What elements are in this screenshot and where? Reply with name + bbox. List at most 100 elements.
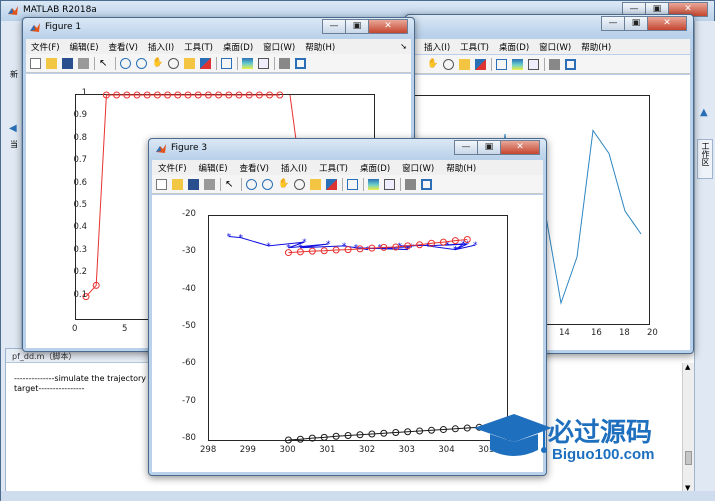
figure3-menu-file[interactable]: 文件(F) (152, 162, 193, 174)
figure2-legend-icon[interactable] (528, 58, 539, 70)
figure3-window-buttons: — ▣ ✕ (454, 140, 540, 155)
figure1-menu-tools[interactable]: 工具(T) (179, 41, 218, 53)
figure2-menubar: 插入(I) 工具(T) 桌面(D) 窗口(W) 帮助(H) (409, 39, 690, 54)
figure1-menu-window[interactable]: 窗口(W) (258, 41, 300, 53)
figure1-window-buttons: — ▣ ✕ (322, 19, 408, 34)
figure3-colorbar-icon[interactable] (368, 178, 379, 190)
figure1-minimize-button[interactable]: — (322, 19, 346, 34)
figure2-datacursor-icon[interactable] (459, 58, 470, 70)
figure1-show-tools-icon[interactable] (295, 57, 306, 69)
figure3-xtick: 303 (398, 445, 415, 455)
figure1-menu-edit[interactable]: 编辑(E) (65, 41, 104, 53)
figure3-ytick: -70 (182, 395, 196, 406)
figure3-maximize-button[interactable]: ▣ (477, 140, 501, 155)
figure3-zoom-out-icon[interactable] (262, 178, 273, 190)
figure1-maximize-button[interactable]: ▣ (345, 19, 369, 34)
figure1-zoom-in-icon[interactable] (120, 57, 131, 69)
toolstrip-tab-fragment[interactable]: 新 (10, 69, 18, 80)
figure3-title: Figure 3 (171, 143, 208, 153)
figure3-titlebar[interactable]: Figure 3 — ▣ ✕ (149, 139, 546, 159)
figure1-title: Figure 1 (45, 22, 82, 32)
figure3-ytick: -40 (182, 283, 196, 294)
figure1-dock-arrow-icon[interactable]: ➘ (400, 42, 407, 51)
figure3-menu-edit[interactable]: 编辑(E) (193, 162, 234, 174)
figure1-hide-tools-icon[interactable] (279, 57, 290, 69)
figure1-brush-icon[interactable] (200, 57, 211, 69)
scroll-up-icon[interactable]: ▲ (685, 363, 690, 371)
figure2-show-tools-icon[interactable] (565, 58, 576, 70)
figure1-menu-file[interactable]: 文件(F) (26, 41, 65, 53)
figure3-legend-icon[interactable] (384, 178, 395, 190)
figure2-pan-icon[interactable]: ✋ (427, 59, 438, 70)
figure3-select-arrow-icon[interactable]: ↖ (225, 179, 236, 190)
figure1-ytick: 0.2 (73, 267, 87, 278)
figure1-titlebar[interactable]: Figure 1 — ▣ ✕ (23, 18, 414, 38)
figure3-new-icon[interactable] (156, 178, 167, 190)
figure1-ytick: 0.5 (73, 200, 87, 210)
figure2-menu-insert[interactable]: 插入(I) (419, 41, 455, 53)
figure3-link-icon[interactable] (347, 178, 358, 190)
figure3-datacursor-icon[interactable] (310, 178, 321, 190)
figure2-rotate-icon[interactable] (443, 58, 454, 70)
figure2-link-icon[interactable] (496, 58, 507, 70)
back-arrow-icon[interactable]: ◀ (9, 123, 17, 134)
figure3-rotate-icon[interactable] (294, 178, 305, 190)
figure3-series-0-point: * (473, 241, 478, 251)
figure1-open-icon[interactable] (46, 57, 57, 69)
figure3-hide-tools-icon[interactable] (405, 178, 416, 190)
figure3-minimize-button[interactable]: — (454, 140, 478, 155)
figure2-menu-desktop[interactable]: 桌面(D) (494, 41, 534, 53)
current-folder-fragment: 当 (10, 140, 18, 149)
figure2-menu-window[interactable]: 窗口(W) (534, 41, 576, 53)
figure3-menu-window[interactable]: 窗口(W) (396, 162, 440, 174)
figure2-colorbar-icon[interactable] (512, 58, 523, 70)
workspace-side-tab-label: 工作区 (701, 142, 710, 166)
figure1-save-icon[interactable] (62, 57, 73, 69)
figure1-rotate-icon[interactable] (168, 57, 179, 69)
figure1-link-icon[interactable] (221, 57, 232, 69)
figure1-zoom-out-icon[interactable] (136, 57, 147, 69)
figure2-xtick-14: 14 (559, 328, 570, 338)
figure2-close-button[interactable]: ✕ (647, 16, 687, 31)
figure3-menu-tools[interactable]: 工具(T) (313, 162, 354, 174)
up-arrow-icon[interactable]: ▲ (700, 107, 708, 118)
figure3-xtick: 298 (200, 445, 217, 455)
figure3-series-0-point: * (302, 238, 307, 248)
figure1-legend-icon[interactable] (258, 57, 269, 69)
figure1-pan-icon[interactable]: ✋ (152, 58, 163, 69)
figure3-print-icon[interactable] (204, 178, 215, 190)
figure2-menu-help[interactable]: 帮助(H) (576, 41, 616, 53)
figure2-brush-icon[interactable] (475, 58, 486, 70)
workspace-side-tab[interactable]: 工作区 (697, 139, 713, 179)
figure1-colorbar-icon[interactable] (242, 57, 253, 69)
figure1-menu-help[interactable]: 帮助(H) (300, 41, 340, 53)
figure3-pan-icon[interactable]: ✋ (278, 179, 289, 190)
figure2-hide-tools-icon[interactable] (549, 58, 560, 70)
figure1-menu-insert[interactable]: 插入(I) (143, 41, 179, 53)
figure2-menu-tools[interactable]: 工具(T) (455, 41, 494, 53)
figure3-menu-desktop[interactable]: 桌面(D) (354, 162, 396, 174)
figure2-maximize-button[interactable]: ▣ (624, 16, 648, 31)
figure3-brush-icon[interactable] (326, 178, 337, 190)
figure3-menu-view[interactable]: 查看(V) (234, 162, 275, 174)
figure1-ytick: 0.1 (73, 289, 87, 300)
figure3-toolbar-separator-5 (400, 177, 401, 191)
figure2-titlebar[interactable]: — ▣ ✕ (406, 15, 693, 35)
figure1-select-arrow-icon[interactable]: ↖ (99, 58, 110, 69)
watermark-cn: 必过源码 (548, 418, 653, 448)
figure1-close-button[interactable]: ✕ (368, 19, 408, 34)
figure3-show-tools-icon[interactable] (421, 178, 432, 190)
figure3-close-button[interactable]: ✕ (500, 140, 540, 155)
file-tab-label: pf_dd.m（脚本） (12, 352, 77, 361)
figure3-zoom-in-icon[interactable] (246, 178, 257, 190)
figure1-menu-desktop[interactable]: 桌面(D) (218, 41, 258, 53)
figure1-menu-view[interactable]: 查看(V) (104, 41, 143, 53)
figure2-minimize-button[interactable]: — (601, 16, 625, 31)
figure3-menu-help[interactable]: 帮助(H) (440, 162, 482, 174)
figure3-open-icon[interactable] (172, 178, 183, 190)
figure1-datacursor-icon[interactable] (184, 57, 195, 69)
figure3-save-icon[interactable] (188, 178, 199, 190)
figure1-new-icon[interactable] (30, 57, 41, 69)
figure1-print-icon[interactable] (78, 57, 89, 69)
figure3-menu-insert[interactable]: 插入(I) (275, 162, 313, 174)
